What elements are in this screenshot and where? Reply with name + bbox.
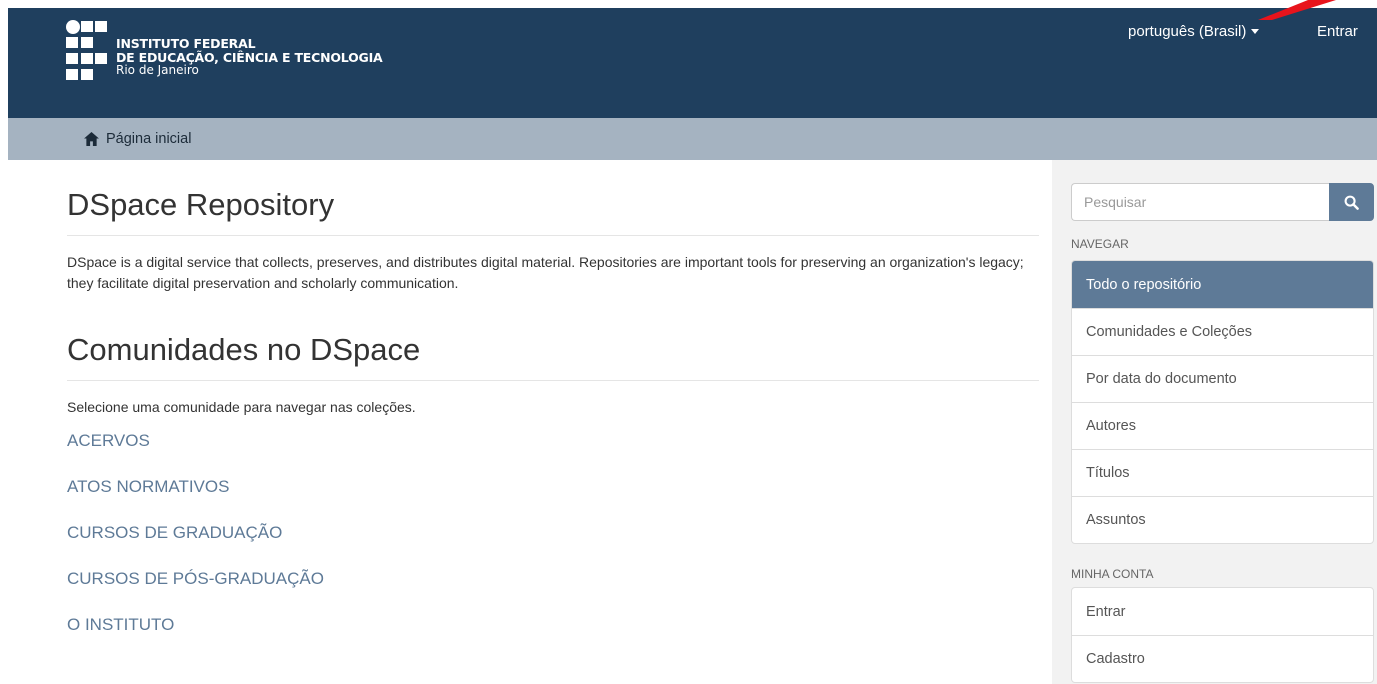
account-section-label: MINHA CONTA [1071,567,1154,581]
communities-hint: Selecione uma comunidade para navegar na… [67,399,416,415]
institution-logo[interactable]: INSTITUTO FEDERAL DE EDUCAÇÃO, CIÊNCIA E… [66,20,383,84]
nav-item-communities-collections[interactable]: Comunidades e Coleções [1072,308,1373,355]
communities-title: Comunidades no DSpace [67,332,1039,381]
top-header: INSTITUTO FEDERAL DE EDUCAÇÃO, CIÊNCIA E… [8,8,1377,118]
logo-line-2: DE EDUCAÇÃO, CIÊNCIA E TECNOLOGIA [116,49,383,65]
intro-text: DSpace is a digital service that collect… [67,254,1024,291]
nav-item-by-date[interactable]: Por data do documento [1072,355,1373,402]
search-button[interactable] [1329,183,1374,221]
nav-item-login[interactable]: Entrar [1072,588,1373,635]
nav-item-authors[interactable]: Autores [1072,402,1373,449]
breadcrumb: Página inicial [8,118,1377,160]
community-link-cursos-pos-graduacao[interactable]: CURSOS DE PÓS-GRADUAÇÃO [67,569,1039,589]
nav-item-subjects[interactable]: Assuntos [1072,496,1373,543]
logo-line-1: INSTITUTO FEDERAL [116,36,256,51]
page-title: DSpace Repository [67,187,1039,236]
logo-line-3: Rio de Janeiro [116,63,199,77]
community-link-o-instituto[interactable]: O INSTITUTO [67,615,1039,635]
search-input[interactable] [1071,183,1329,221]
community-link-atos-normativos[interactable]: ATOS NORMATIVOS [67,477,1039,497]
logo-mark-icon [66,20,108,84]
language-label: português (Brasil) [1128,23,1247,40]
account-nav-list: Entrar Cadastro [1071,587,1374,683]
nav-item-register[interactable]: Cadastro [1072,635,1373,682]
language-dropdown[interactable]: português (Brasil) [1128,23,1260,40]
nav-item-whole-repository[interactable]: Todo o repositório [1072,261,1373,308]
main-content: DSpace Repository DSpace is a digital se… [67,160,1039,635]
breadcrumb-home-link[interactable]: Página inicial [106,131,191,147]
browse-section-label: NAVEGAR [1071,237,1129,251]
browse-nav-list: Todo o repositório Comunidades e Coleçõe… [1071,260,1374,544]
logo-text: INSTITUTO FEDERAL DE EDUCAÇÃO, CIÊNCIA E… [116,37,383,78]
sidebar: NAVEGAR Todo o repositório Comunidades e… [1052,160,1377,684]
nav-item-titles[interactable]: Títulos [1072,449,1373,496]
caret-down-icon [1251,28,1260,34]
annotation-arrow-icon [1258,0,1336,20]
home-icon [84,132,99,146]
community-link-cursos-graduacao[interactable]: CURSOS DE GRADUAÇÃO [67,523,1039,543]
search-icon [1344,195,1359,210]
community-link-acervos[interactable]: ACERVOS [67,431,1039,451]
search-form [1071,183,1374,221]
header-login-link[interactable]: Entrar [1317,23,1358,40]
